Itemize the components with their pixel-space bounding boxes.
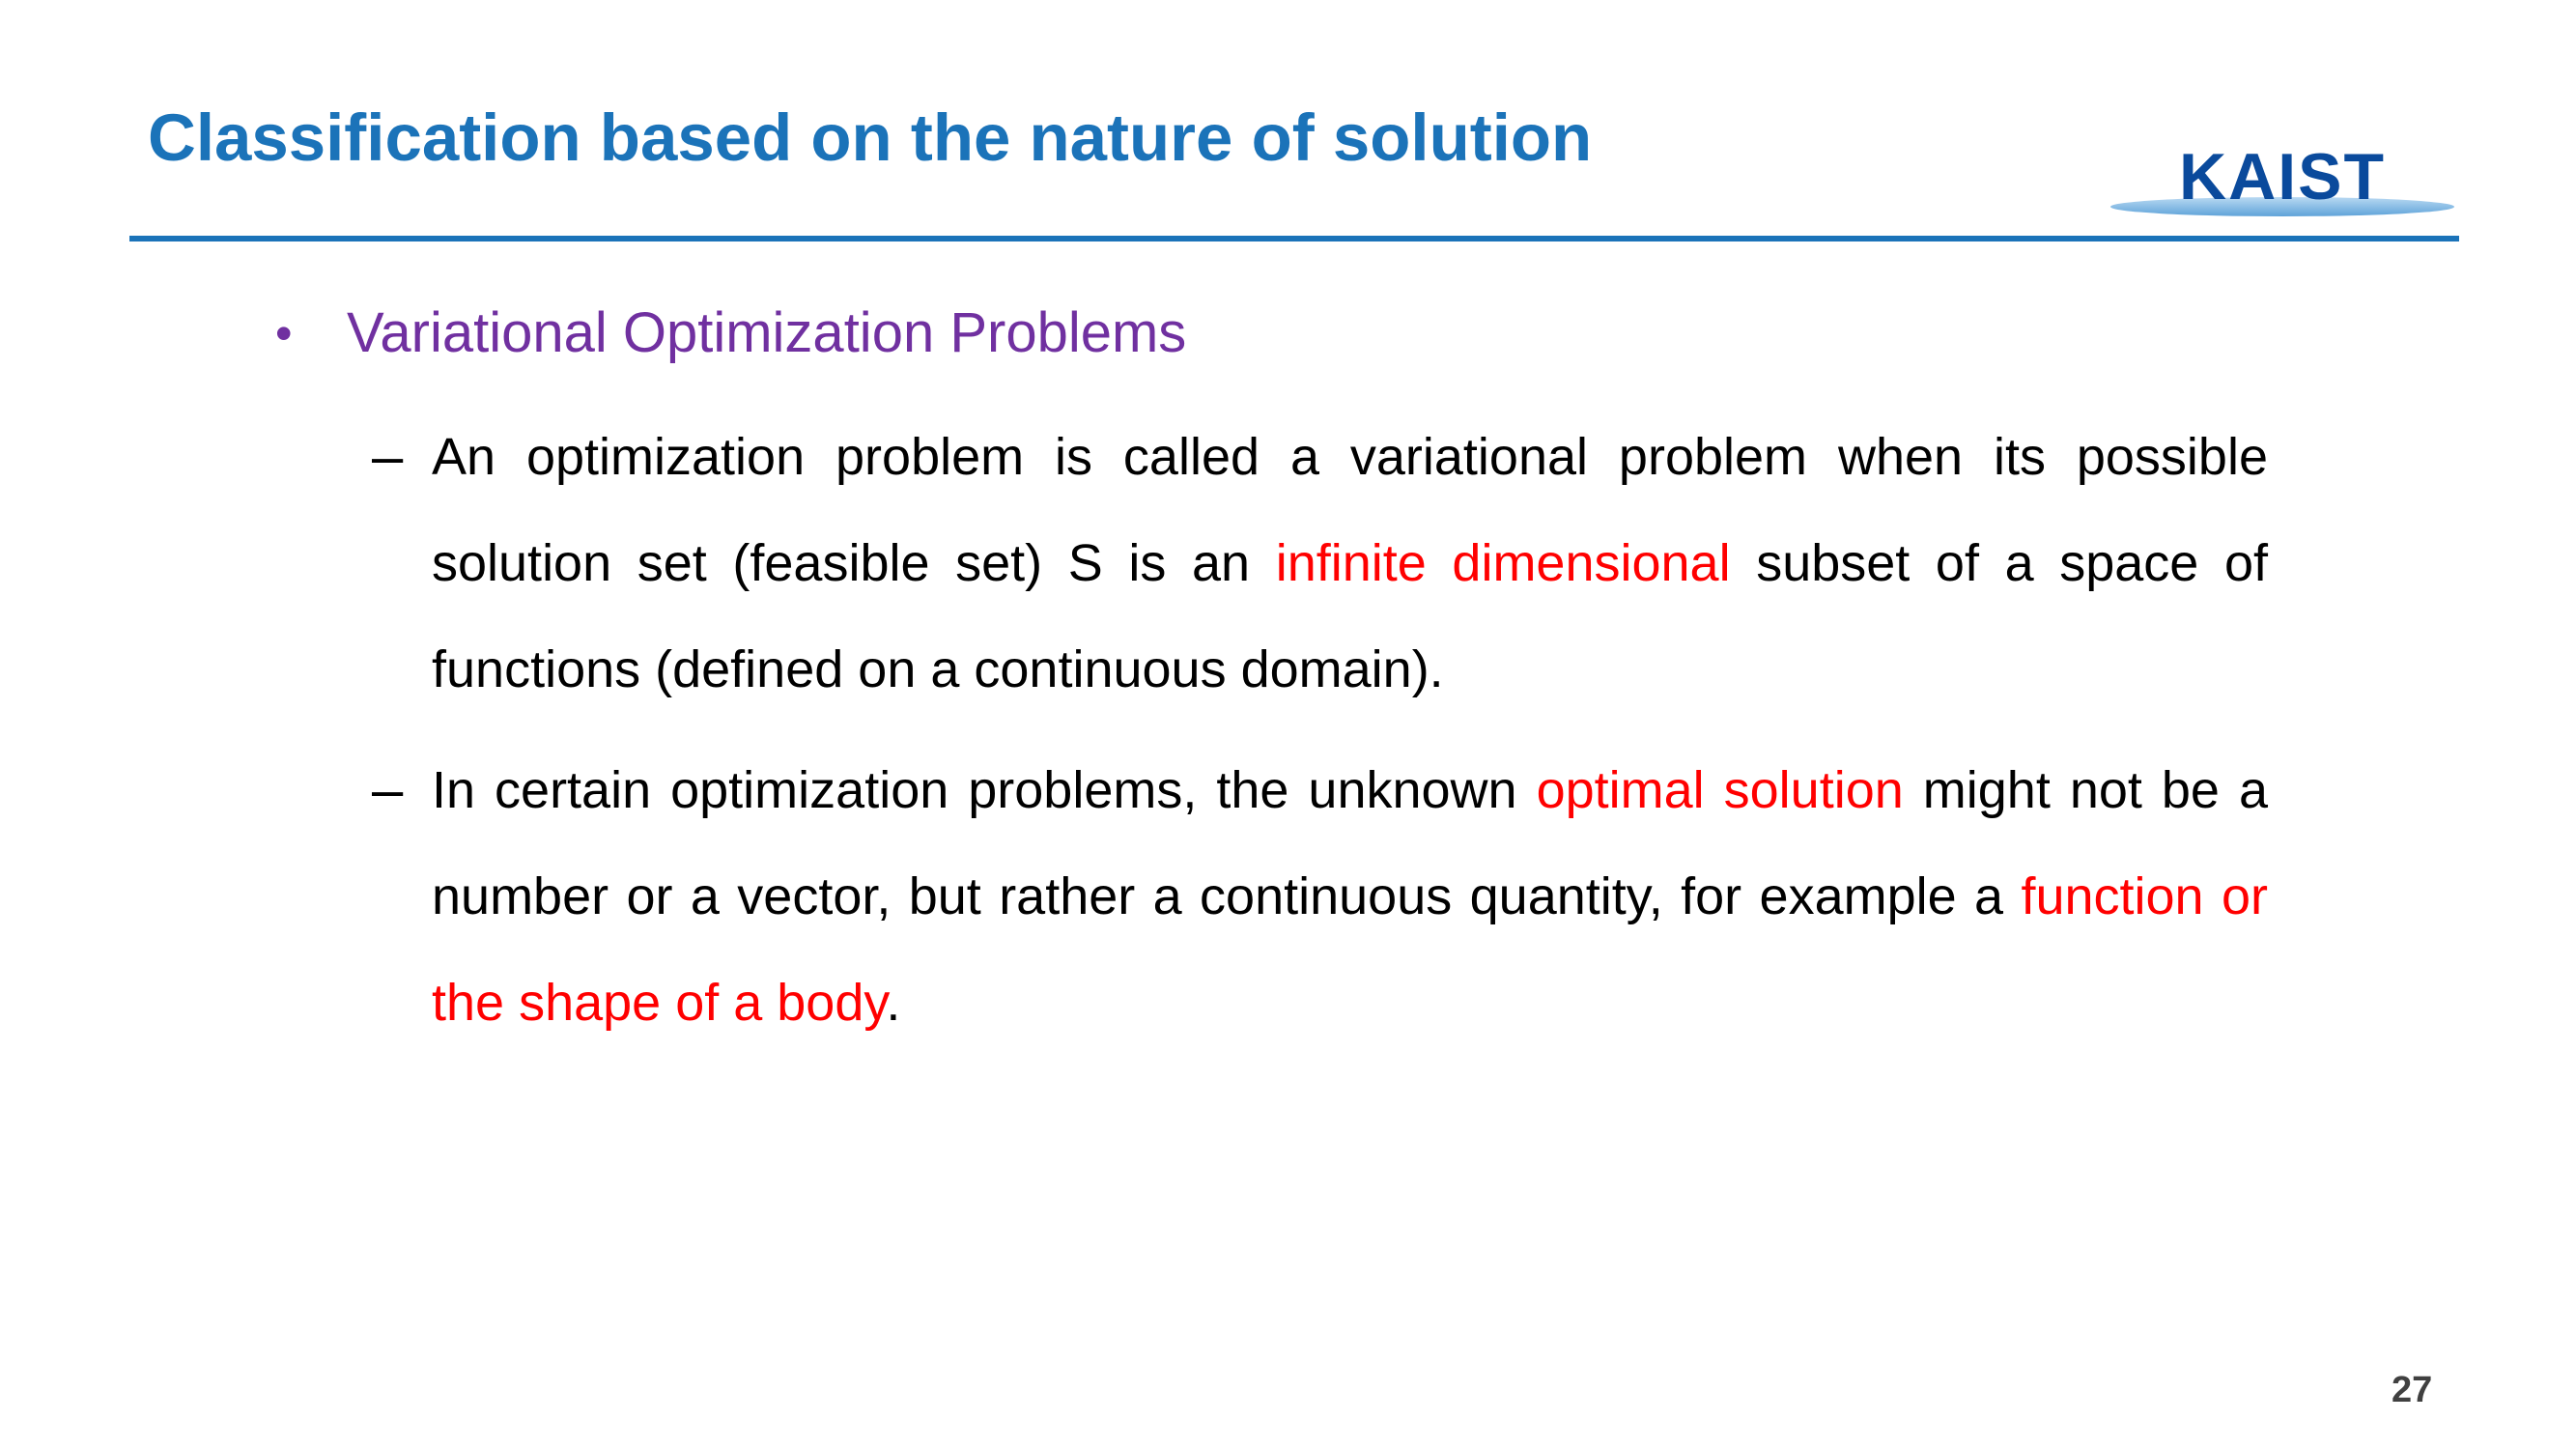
dash-marker: – xyxy=(372,758,404,821)
text-run: . xyxy=(886,974,901,1032)
slide-title: Classification based on the nature of so… xyxy=(148,100,1593,175)
highlight-optimal-solution: optimal solution xyxy=(1536,761,1904,819)
bullet-dot: • xyxy=(275,306,293,360)
sub-item-text: In certain optimization problems, the un… xyxy=(432,737,2268,1056)
page-number: 27 xyxy=(2392,1370,2433,1410)
sub-item-continuous-quantity: – In certain optimization problems, the … xyxy=(372,737,2268,1056)
sub-item-definition: – An optimization problem is called a va… xyxy=(372,404,2268,723)
highlight-infinite-dimensional: infinite dimensional xyxy=(1275,534,1731,592)
kaist-logo: KAIST xyxy=(2109,135,2456,222)
sub-item-text: An optimization problem is called a vari… xyxy=(432,404,2268,723)
title-divider xyxy=(129,236,2459,242)
logo-text: KAIST xyxy=(2179,140,2386,213)
bullet-text: Variational Optimization Problems xyxy=(347,301,1187,364)
dash-marker: – xyxy=(372,425,404,488)
text-run: In certain optimization problems, the un… xyxy=(432,761,1537,819)
